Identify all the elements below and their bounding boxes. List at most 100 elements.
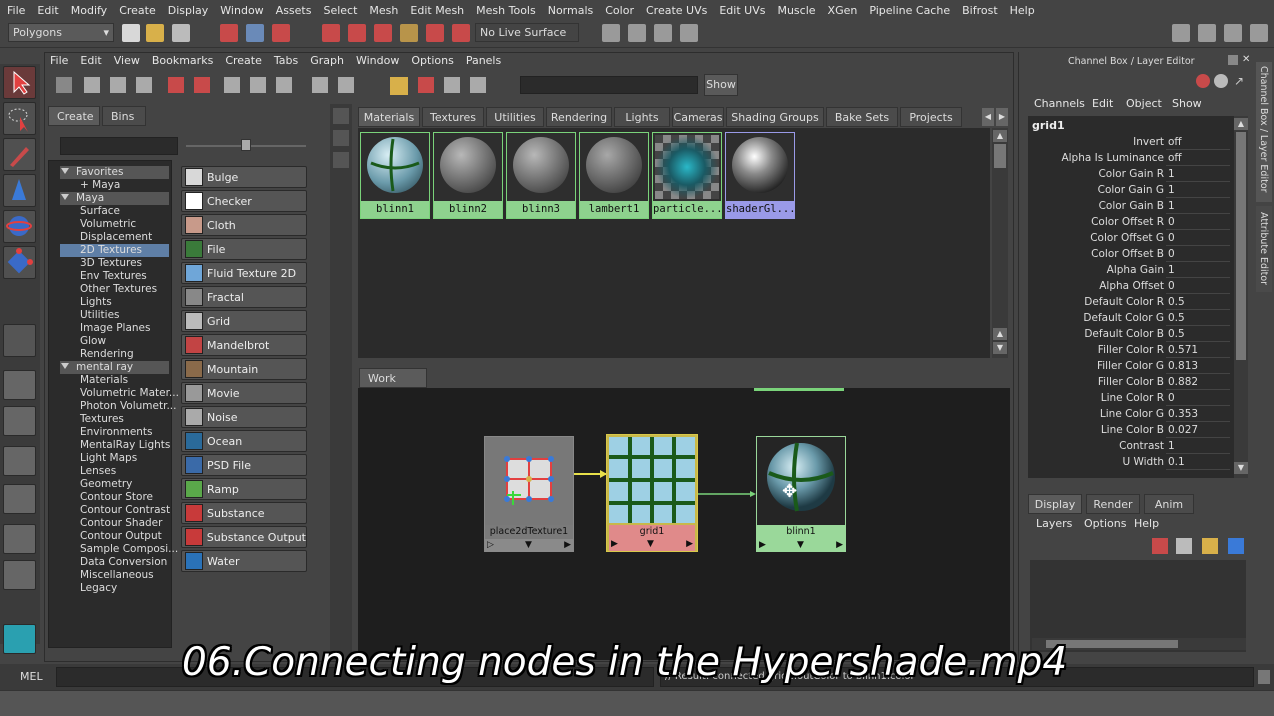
menu-set-dropdown[interactable]: Polygons ▾ (8, 23, 114, 42)
tab-cameras[interactable]: Cameras (672, 107, 724, 127)
attribute-value[interactable]: 0.882 (1166, 375, 1230, 390)
category-item[interactable]: Glow (60, 335, 106, 348)
category-item[interactable]: Lenses (60, 465, 116, 478)
attribute-value[interactable]: 1 (1166, 199, 1230, 214)
attribute-row[interactable]: Filler Color R 0.571 (1032, 343, 1232, 358)
select-hierarchy-icon[interactable] (220, 24, 238, 42)
tab-bins[interactable]: Bins (102, 106, 146, 126)
place2dtexture-node[interactable]: place2dTexture1 ▷ ▼ ▶ (484, 436, 574, 552)
texture-button-ocean[interactable]: Ocean (181, 430, 307, 452)
strip-icon[interactable] (333, 152, 349, 168)
material-swatch-lambert1[interactable]: lambert1 (579, 132, 649, 219)
attribute-row[interactable]: Color Gain B1 (1032, 199, 1232, 214)
scroll-up-icon[interactable]: ▲ (1234, 118, 1248, 130)
category-item[interactable]: Materials (60, 374, 128, 387)
category-item[interactable]: Contour Contrast (60, 504, 170, 517)
attribute-value[interactable]: 0.571 (1166, 343, 1230, 358)
attribute-row[interactable]: Default Color R 0.5 (1032, 295, 1232, 310)
texture-button-bulge[interactable]: Bulge (181, 166, 307, 188)
menu-modify[interactable]: Modify (68, 4, 116, 17)
select-tool-icon[interactable] (3, 66, 36, 99)
texture-button-cloth[interactable]: Cloth (181, 214, 307, 236)
snap-point-icon[interactable] (374, 24, 392, 42)
show-button[interactable]: Show (704, 74, 738, 96)
hs-menu-edit[interactable]: Edit (76, 54, 109, 72)
attribute-value[interactable]: off (1166, 135, 1230, 150)
hs-menu-window[interactable]: Window (352, 54, 407, 72)
render-icon[interactable] (628, 24, 646, 42)
scroll-thumb[interactable] (1236, 132, 1246, 360)
texture-button-psd-file[interactable]: PSD File (181, 454, 307, 476)
grid1-ports[interactable]: ▶ ▼ ▶ (609, 538, 695, 551)
menu-pipeline-cache[interactable]: Pipeline Cache (866, 4, 959, 17)
menu-display[interactable]: Display (165, 4, 218, 17)
scroll-down-icon[interactable]: ▲ (993, 328, 1007, 340)
category-item[interactable]: Displacement (60, 231, 152, 244)
port-in-icon[interactable]: ▷ (487, 539, 494, 552)
toggle-panel-icon[interactable] (56, 77, 72, 93)
tab-projects[interactable]: Projects (900, 107, 962, 127)
persp-outliner-layout-icon[interactable] (3, 446, 36, 476)
attribute-row[interactable]: Invert off (1032, 135, 1232, 150)
menu-help[interactable]: Help (1007, 4, 1044, 17)
port-menu-icon[interactable]: ▼ (525, 539, 532, 552)
new-scene-icon[interactable] (122, 24, 140, 42)
tab-scroll-left-icon[interactable]: ◀ (982, 108, 994, 126)
attribute-value[interactable]: 1 (1166, 263, 1230, 278)
category-item[interactable]: mental ray (60, 361, 169, 374)
attribute-row[interactable]: Color Gain G1 (1032, 183, 1232, 198)
attribute-value[interactable]: 0.5 (1166, 327, 1230, 342)
attribute-value[interactable]: 0 (1166, 247, 1230, 262)
tab-bake-sets[interactable]: Bake Sets (826, 107, 898, 127)
category-item[interactable]: Contour Output (60, 530, 162, 543)
snap-curve-icon[interactable] (348, 24, 366, 42)
attribute-value[interactable]: 1 (1166, 167, 1230, 182)
menu-mesh[interactable]: Mesh (366, 4, 407, 17)
select-component-icon[interactable] (272, 24, 290, 42)
hs-menu-bookmarks[interactable]: Bookmarks (148, 54, 221, 72)
tab-textures[interactable]: Textures (422, 107, 484, 127)
category-item[interactable]: Data Conversion (60, 556, 167, 569)
graph-network-icon[interactable] (168, 77, 184, 93)
attribute-value[interactable]: 0 (1166, 391, 1230, 406)
menu-color[interactable]: Color (602, 4, 643, 17)
category-item[interactable]: Env Textures (60, 270, 147, 283)
channel-menu-show[interactable]: Show (1172, 97, 1202, 110)
layer-tab-display[interactable]: Display (1028, 494, 1082, 514)
float-icon[interactable] (1228, 55, 1238, 65)
category-item[interactable]: Utilities (60, 309, 120, 322)
move-layer-down-icon[interactable] (1228, 538, 1244, 554)
channel-menu-object[interactable]: Object (1126, 97, 1162, 110)
scroll-down-icon[interactable]: ▼ (1234, 462, 1248, 474)
attribute-value[interactable]: 0 (1166, 231, 1230, 246)
texture-button-water[interactable]: Water (181, 550, 307, 572)
port-menu-icon[interactable]: ▼ (797, 539, 804, 552)
script-editor-icon[interactable] (1258, 670, 1270, 684)
hs-menu-graph[interactable]: Graph (306, 54, 352, 72)
menu-assets[interactable]: Assets (273, 4, 321, 17)
category-item[interactable]: Photon Volumetr... (60, 400, 176, 413)
select-object-icon[interactable] (246, 24, 264, 42)
category-item[interactable]: Textures (60, 413, 124, 426)
attribute-row[interactable]: Alpha Gain 1 (1032, 263, 1232, 278)
material-swatch-blinn2[interactable]: blinn2 (433, 132, 503, 219)
menu-create-uvs[interactable]: Create UVs (643, 4, 716, 17)
snap-grid-icon[interactable] (322, 24, 340, 42)
snap-surface-icon[interactable] (426, 24, 444, 42)
texture-button-mountain[interactable]: Mountain (181, 358, 307, 380)
category-item[interactable]: Volumetric Mater... (60, 387, 179, 400)
hs-menu-options[interactable]: Options (407, 54, 461, 72)
search-field[interactable] (520, 76, 698, 94)
shading-icon[interactable] (1214, 74, 1228, 88)
tab-scroll-right-icon[interactable]: ▶ (996, 108, 1008, 126)
category-item[interactable]: Favorites (60, 166, 169, 179)
texture-button-movie[interactable]: Movie (181, 382, 307, 404)
layer-menu-help[interactable]: Help (1134, 517, 1159, 530)
attribute-editor-icon[interactable] (1198, 24, 1216, 42)
hs-menu-panels[interactable]: Panels (462, 54, 509, 72)
output-connections-icon[interactable] (338, 77, 354, 93)
attribute-value[interactable]: 0.027 (1166, 423, 1230, 438)
expand-triangle-icon[interactable] (61, 194, 69, 200)
attribute-row[interactable]: U Width 0.1 (1032, 455, 1232, 470)
tab-work-area[interactable]: Work Area (359, 368, 427, 405)
